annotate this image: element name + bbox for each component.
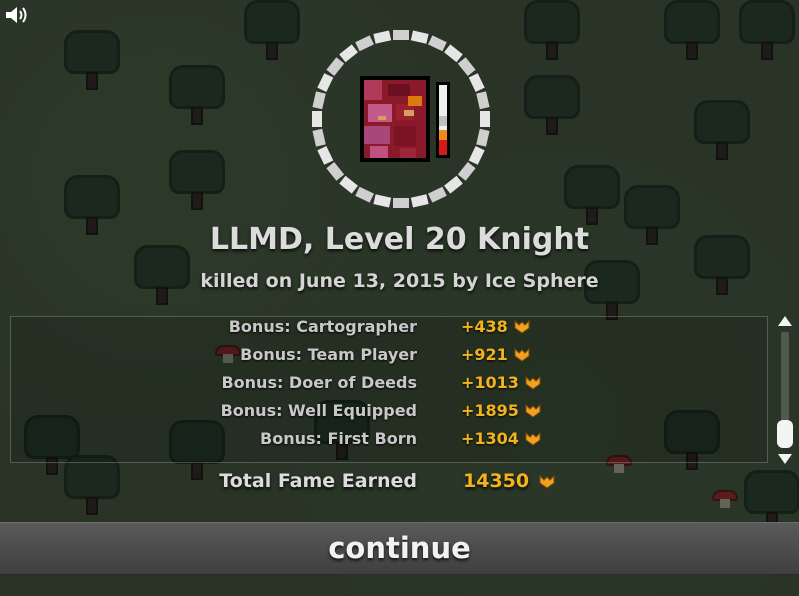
ring-segment: [457, 162, 476, 181]
bonus-label: Bonus: Team Player: [240, 345, 417, 364]
bonus-value: +921: [461, 345, 530, 364]
bonus-label: Bonus: First Born: [260, 429, 417, 448]
bonus-row: Bonus: Team Player +921: [11, 345, 769, 369]
knight-sprite-icon: [360, 76, 450, 162]
bonus-amount: +921: [461, 345, 508, 364]
total-fame-value: 14350: [463, 470, 555, 492]
fame-icon: [525, 432, 541, 446]
ring-segment: [373, 194, 392, 208]
fame-icon: [514, 348, 530, 362]
ring-segment: [444, 44, 463, 63]
bonus-label: Bonus: Well Equipped: [220, 401, 417, 420]
fame-icon: [525, 376, 541, 390]
ring-segment: [373, 30, 392, 44]
death-description: killed on June 13, 2015 by Ice Sphere: [200, 270, 599, 292]
bonus-amount: +438: [461, 317, 508, 336]
continue-label: continue: [328, 531, 471, 565]
total-fame-label: Total Fame Earned: [219, 470, 417, 492]
ring-segment: [393, 30, 409, 40]
ring-segment: [326, 57, 345, 76]
ring-segment: [339, 44, 358, 63]
bonus-list: Bonus: Cartographer +438 Bonus: Team Pla…: [10, 316, 768, 463]
character-title: LLMD, Level 20 Knight: [209, 222, 590, 257]
bonus-row: Bonus: Cartographer +438: [11, 317, 769, 341]
bonus-label: Bonus: Cartographer: [228, 317, 417, 336]
ring-segment: [355, 35, 374, 52]
ring-segment: [317, 73, 334, 92]
bonus-row: Bonus: Well Equipped +1895: [11, 401, 769, 425]
speaker-icon[interactable]: [4, 4, 30, 26]
fame-icon: [525, 404, 541, 418]
bonus-amount: +1895: [461, 401, 519, 420]
bonus-value: +1013: [461, 373, 541, 392]
ring-segment: [326, 162, 345, 181]
bonus-amount: +1013: [461, 373, 519, 392]
ring-segment: [312, 128, 326, 147]
arrow-up-icon[interactable]: [777, 315, 793, 327]
ring-segment: [428, 186, 447, 203]
ring-segment: [339, 175, 358, 194]
bonus-value: +438: [461, 317, 530, 336]
ring-segment: [468, 146, 485, 165]
ring-segment: [317, 146, 334, 165]
ring-segment: [312, 111, 322, 127]
ring-segment: [312, 91, 326, 110]
ring-segment: [468, 73, 485, 92]
ring-segment: [410, 30, 429, 44]
bonus-label: Bonus: Doer of Deeds: [221, 373, 417, 392]
ring-segment: [410, 194, 429, 208]
ring-segment: [428, 35, 447, 52]
bonus-value: +1304: [461, 429, 541, 448]
ring-segment: [480, 111, 490, 127]
ring-segment: [444, 175, 463, 194]
total-fame-amount: 14350: [463, 470, 530, 492]
arrow-down-icon[interactable]: [777, 453, 793, 465]
ring-segment: [457, 57, 476, 76]
continue-button[interactable]: continue: [0, 522, 799, 575]
ring-segment: [476, 128, 490, 147]
fame-icon: [539, 475, 555, 489]
scrollbar-thumb[interactable]: [777, 420, 793, 448]
ring-segment: [476, 91, 490, 110]
bonus-amount: +1304: [461, 429, 519, 448]
bonus-row: Bonus: First Born +1304: [11, 429, 769, 453]
ring-segment: [393, 198, 409, 208]
bonus-value: +1895: [461, 401, 541, 420]
ring-segment: [355, 186, 374, 203]
fame-icon: [514, 320, 530, 334]
bonus-row: Bonus: Doer of Deeds +1013: [11, 373, 769, 397]
